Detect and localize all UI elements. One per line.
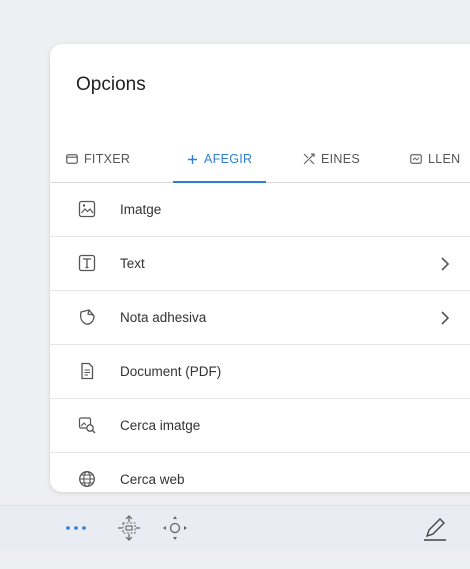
tab-afegir[interactable]: AFEGIR bbox=[172, 136, 267, 183]
panel-title: Opcions bbox=[76, 74, 146, 95]
item-label: Imatge bbox=[120, 202, 162, 217]
pan-icon bbox=[163, 516, 187, 540]
bottom-toolbar bbox=[0, 505, 470, 551]
document-icon bbox=[81, 362, 94, 380]
more-dots-icon bbox=[66, 526, 86, 530]
tab-llen[interactable]: LLEN bbox=[410, 136, 460, 182]
file-icon bbox=[66, 154, 78, 164]
plus-icon bbox=[188, 154, 197, 164]
add-options-list: Imatge Text Nota adhesiva Document (PDF)… bbox=[50, 183, 470, 492]
list-item-cerca-imatge[interactable]: Cerca imatge bbox=[50, 399, 470, 453]
select-move-button[interactable] bbox=[116, 514, 142, 542]
list-item-document-pdf[interactable]: Document (PDF) bbox=[50, 345, 470, 399]
sticky-note-icon bbox=[80, 309, 95, 325]
options-panel: Opcions FITXER AFEGIR EINES LLEN Imatge … bbox=[50, 44, 470, 492]
tab-fitxer[interactable]: FITXER bbox=[66, 136, 130, 182]
item-label: Text bbox=[120, 256, 145, 271]
list-item-nota-adhesiva[interactable]: Nota adhesiva bbox=[50, 291, 470, 345]
text-box-icon bbox=[78, 254, 96, 272]
tab-label: AFEGIR bbox=[204, 152, 253, 166]
list-item-text[interactable]: Text bbox=[50, 237, 470, 291]
image-icon bbox=[78, 200, 96, 218]
list-item-imatge[interactable]: Imatge bbox=[50, 183, 470, 237]
select-move-icon bbox=[118, 515, 140, 541]
tab-label: EINES bbox=[321, 152, 361, 166]
more-button[interactable] bbox=[64, 520, 88, 536]
pen-button[interactable] bbox=[422, 514, 448, 542]
tools-icon bbox=[303, 153, 315, 165]
chevron-right-icon bbox=[441, 257, 450, 271]
slideshow-icon bbox=[410, 154, 422, 164]
tab-bar: FITXER AFEGIR EINES LLEN bbox=[50, 136, 470, 183]
list-item-cerca-web[interactable]: Cerca web bbox=[50, 453, 470, 492]
globe-icon bbox=[79, 471, 95, 487]
tab-label: FITXER bbox=[84, 152, 131, 166]
tab-eines[interactable]: EINES bbox=[303, 136, 360, 182]
pan-button[interactable] bbox=[162, 514, 188, 542]
tab-label: LLEN bbox=[428, 152, 461, 166]
chevron-right-icon bbox=[441, 311, 450, 325]
image-search-icon bbox=[78, 417, 96, 434]
item-label: Cerca web bbox=[120, 472, 185, 487]
item-label: Cerca imatge bbox=[120, 418, 201, 433]
pen-icon bbox=[424, 518, 446, 541]
item-label: Nota adhesiva bbox=[120, 310, 207, 325]
item-label: Document (PDF) bbox=[120, 364, 222, 379]
